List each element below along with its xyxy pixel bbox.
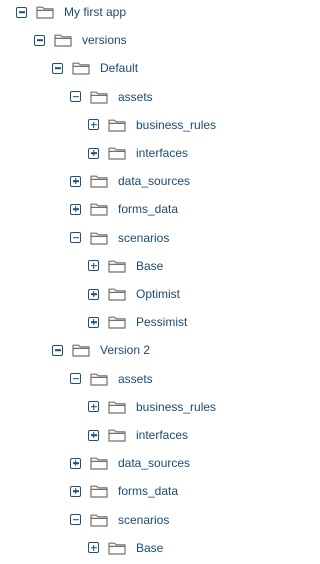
folder-icon <box>72 62 90 75</box>
tree-node-label[interactable]: data_sources <box>118 171 190 191</box>
file-tree: My first app versions Default assets busines… <box>0 0 297 564</box>
collapse-toggle[interactable] <box>70 91 81 103</box>
expand-toggle[interactable] <box>70 457 81 469</box>
tree-node[interactable]: data_sources <box>70 453 190 473</box>
folder-icon <box>108 429 126 442</box>
tree-node[interactable]: Optimist <box>88 284 180 304</box>
collapse-toggle[interactable] <box>34 34 45 46</box>
folder-icon <box>108 542 126 555</box>
tree-node-label[interactable]: scenarios <box>118 510 169 530</box>
expand-toggle[interactable] <box>70 203 81 215</box>
tree-node[interactable]: My first app <box>16 2 126 22</box>
folder-icon <box>90 175 108 188</box>
tree-node-label[interactable]: Optimist <box>136 284 180 304</box>
tree-node[interactable]: interfaces <box>88 143 188 163</box>
expand-toggle[interactable] <box>88 119 99 131</box>
tree-node[interactable]: interfaces <box>88 425 188 445</box>
folder-icon <box>108 401 126 414</box>
folder-icon <box>90 373 108 386</box>
folder-icon <box>108 316 126 329</box>
folder-icon <box>108 147 126 160</box>
expand-toggle[interactable] <box>88 316 99 328</box>
tree-node-label[interactable]: forms_data <box>118 481 178 501</box>
tree-node[interactable]: forms_data <box>70 199 178 219</box>
folder-icon <box>90 203 108 216</box>
expand-toggle[interactable] <box>88 401 99 413</box>
tree-node[interactable]: business_rules <box>88 115 216 135</box>
tree-node-label[interactable]: Base <box>136 538 163 558</box>
expand-toggle[interactable] <box>88 260 99 272</box>
folder-icon <box>90 232 108 245</box>
expand-toggle[interactable] <box>88 429 99 441</box>
tree-node-label[interactable]: assets <box>118 87 153 107</box>
tree-node-label[interactable]: Default <box>100 58 138 78</box>
folder-icon <box>36 6 54 19</box>
tree-node[interactable]: Base <box>88 538 163 558</box>
collapse-toggle[interactable] <box>16 6 27 18</box>
collapse-toggle[interactable] <box>70 373 81 385</box>
tree-node[interactable]: scenarios <box>70 228 169 248</box>
tree-node[interactable]: Pessimist <box>88 312 187 332</box>
tree-node-label[interactable]: Base <box>136 256 163 276</box>
expand-toggle[interactable] <box>88 542 99 554</box>
folder-icon <box>90 457 108 470</box>
tree-node-label[interactable]: scenarios <box>118 228 169 248</box>
folder-icon <box>90 485 108 498</box>
folder-icon <box>90 514 108 527</box>
folder-icon <box>90 91 108 104</box>
tree-node-label[interactable]: data_sources <box>118 453 190 473</box>
collapse-toggle[interactable] <box>70 232 81 244</box>
tree-node-label[interactable]: My first app <box>64 2 126 22</box>
expand-toggle[interactable] <box>70 175 81 187</box>
tree-node-label[interactable]: Version 2 <box>100 340 150 360</box>
tree-node-label[interactable]: business_rules <box>136 397 216 417</box>
tree-node[interactable]: assets <box>70 369 153 389</box>
folder-icon <box>108 119 126 132</box>
collapse-toggle[interactable] <box>70 514 81 526</box>
tree-node[interactable]: Version 2 <box>52 340 150 360</box>
tree-node[interactable]: assets <box>70 87 153 107</box>
folder-icon <box>72 344 90 357</box>
expand-toggle[interactable] <box>88 288 99 300</box>
tree-node[interactable]: business_rules <box>88 397 216 417</box>
tree-node[interactable]: scenarios <box>70 510 169 530</box>
tree-node-label[interactable]: versions <box>82 30 127 50</box>
tree-node-label[interactable]: interfaces <box>136 425 188 445</box>
tree-node-label[interactable]: forms_data <box>118 199 178 219</box>
tree-node[interactable]: Default <box>52 58 138 78</box>
tree-node[interactable]: forms_data <box>70 481 178 501</box>
expand-toggle[interactable] <box>70 485 81 497</box>
collapse-toggle[interactable] <box>52 344 63 356</box>
expand-toggle[interactable] <box>88 147 99 159</box>
tree-node[interactable]: data_sources <box>70 171 190 191</box>
folder-icon <box>108 288 126 301</box>
tree-node-label[interactable]: interfaces <box>136 143 188 163</box>
tree-node-label[interactable]: assets <box>118 369 153 389</box>
folder-icon <box>108 260 126 273</box>
tree-node-label[interactable]: business_rules <box>136 115 216 135</box>
tree-node-label[interactable]: Pessimist <box>136 312 187 332</box>
collapse-toggle[interactable] <box>52 62 63 74</box>
tree-node[interactable]: versions <box>34 30 127 50</box>
tree-node[interactable]: Base <box>88 256 163 276</box>
folder-icon <box>54 34 72 47</box>
